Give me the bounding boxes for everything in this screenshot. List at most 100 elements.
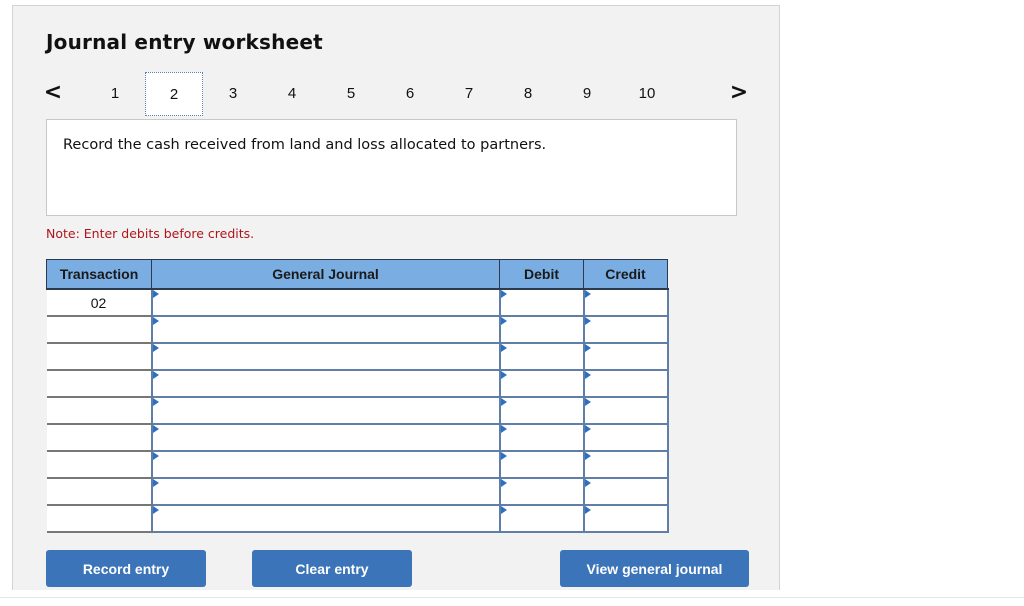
transaction-cell — [46, 424, 152, 452]
credit-input[interactable] — [584, 318, 667, 341]
debit-input[interactable] — [500, 318, 583, 341]
dropdown-marker-icon — [152, 506, 159, 514]
debit-input[interactable] — [500, 480, 583, 503]
account-cell — [150, 315, 501, 344]
record-entry-button[interactable]: Record entry — [46, 550, 206, 587]
debit-input[interactable] — [500, 507, 583, 530]
debit-input[interactable] — [500, 345, 583, 368]
account-input[interactable] — [152, 480, 499, 503]
debit-input[interactable] — [500, 372, 583, 395]
transaction-cell — [46, 343, 152, 371]
dropdown-marker-icon — [500, 479, 507, 487]
credit-cell — [582, 342, 669, 371]
table-header-row: Transaction General Journal Debit Credit — [46, 259, 668, 290]
page-tab-6[interactable]: 6 — [381, 72, 439, 116]
credit-cell — [582, 315, 669, 344]
table-row — [46, 396, 669, 425]
credit-cell — [582, 423, 669, 452]
transaction-cell — [46, 316, 152, 344]
page-tab-5[interactable]: 5 — [322, 72, 380, 116]
account-input[interactable] — [152, 372, 499, 395]
credit-cell — [582, 504, 669, 533]
dropdown-marker-icon — [500, 452, 507, 460]
debit-cell — [498, 315, 585, 344]
credit-input[interactable] — [584, 507, 667, 530]
credit-cell — [582, 396, 669, 425]
dropdown-marker-icon — [500, 290, 507, 298]
page-tab-2[interactable]: 2 — [145, 72, 203, 116]
transaction-cell — [46, 451, 152, 479]
debit-input[interactable] — [500, 291, 583, 314]
transaction-cell — [46, 478, 152, 506]
account-input[interactable] — [152, 318, 499, 341]
debit-cell — [498, 288, 585, 317]
dropdown-marker-icon — [500, 371, 507, 379]
page-tab-1[interactable]: 1 — [86, 72, 144, 116]
credit-input[interactable] — [584, 372, 667, 395]
dropdown-marker-icon — [584, 317, 591, 325]
dropdown-marker-icon — [500, 317, 507, 325]
transaction-cell — [46, 397, 152, 425]
chevron-left-icon[interactable]: < — [41, 78, 65, 108]
table-row — [46, 369, 669, 398]
table-row — [46, 450, 669, 479]
account-cell — [150, 342, 501, 371]
instruction-box: Record the cash received from land and l… — [46, 119, 737, 216]
debit-input[interactable] — [500, 399, 583, 422]
account-input[interactable] — [152, 453, 499, 476]
transaction-cell: 02 — [46, 289, 152, 317]
account-cell — [150, 504, 501, 533]
table-row — [46, 477, 669, 506]
page-tab-3[interactable]: 3 — [204, 72, 262, 116]
account-input[interactable] — [152, 426, 499, 449]
dropdown-marker-icon — [152, 452, 159, 460]
note-text: Note: Enter debits before credits. — [46, 226, 255, 241]
clear-entry-button[interactable]: Clear entry — [252, 550, 412, 587]
transaction-cell — [46, 505, 152, 533]
account-cell — [150, 450, 501, 479]
dropdown-marker-icon — [584, 290, 591, 298]
page-tab-7[interactable]: 7 — [440, 72, 498, 116]
credit-input[interactable] — [584, 480, 667, 503]
account-input[interactable] — [152, 399, 499, 422]
debit-cell — [498, 423, 585, 452]
credit-input[interactable] — [584, 291, 667, 314]
journal-worksheet-panel: Journal entry worksheet < 1 2 3 4 5 6 7 8 9 10 > … — [12, 5, 780, 590]
page-tab-8[interactable]: 8 — [499, 72, 557, 116]
account-input[interactable] — [152, 291, 499, 314]
dropdown-marker-icon — [584, 479, 591, 487]
header-credit: Credit — [583, 259, 668, 290]
table-row — [46, 315, 669, 344]
credit-input[interactable] — [584, 399, 667, 422]
credit-cell — [582, 288, 669, 317]
debit-cell — [498, 504, 585, 533]
debit-input[interactable] — [500, 453, 583, 476]
page-tab-4[interactable]: 4 — [263, 72, 321, 116]
account-input[interactable] — [152, 507, 499, 530]
credit-cell — [582, 369, 669, 398]
account-cell — [150, 288, 501, 317]
credit-input[interactable] — [584, 426, 667, 449]
header-debit: Debit — [499, 259, 584, 290]
table-row — [46, 342, 669, 371]
page-tab-10[interactable]: 10 — [618, 72, 676, 116]
debit-cell — [498, 369, 585, 398]
dropdown-marker-icon — [584, 425, 591, 433]
dropdown-marker-icon — [152, 317, 159, 325]
dropdown-marker-icon — [584, 452, 591, 460]
chevron-right-icon[interactable]: > — [727, 78, 751, 108]
debit-cell — [498, 477, 585, 506]
dropdown-marker-icon — [584, 371, 591, 379]
page-tab-9[interactable]: 9 — [558, 72, 616, 116]
dropdown-marker-icon — [500, 425, 507, 433]
credit-input[interactable] — [584, 453, 667, 476]
credit-input[interactable] — [584, 345, 667, 368]
table-row — [46, 504, 669, 533]
debit-input[interactable] — [500, 426, 583, 449]
debit-cell — [498, 450, 585, 479]
dropdown-marker-icon — [500, 506, 507, 514]
dropdown-marker-icon — [500, 398, 507, 406]
account-input[interactable] — [152, 345, 499, 368]
view-general-journal-button[interactable]: View general journal — [560, 550, 749, 587]
dropdown-marker-icon — [500, 344, 507, 352]
